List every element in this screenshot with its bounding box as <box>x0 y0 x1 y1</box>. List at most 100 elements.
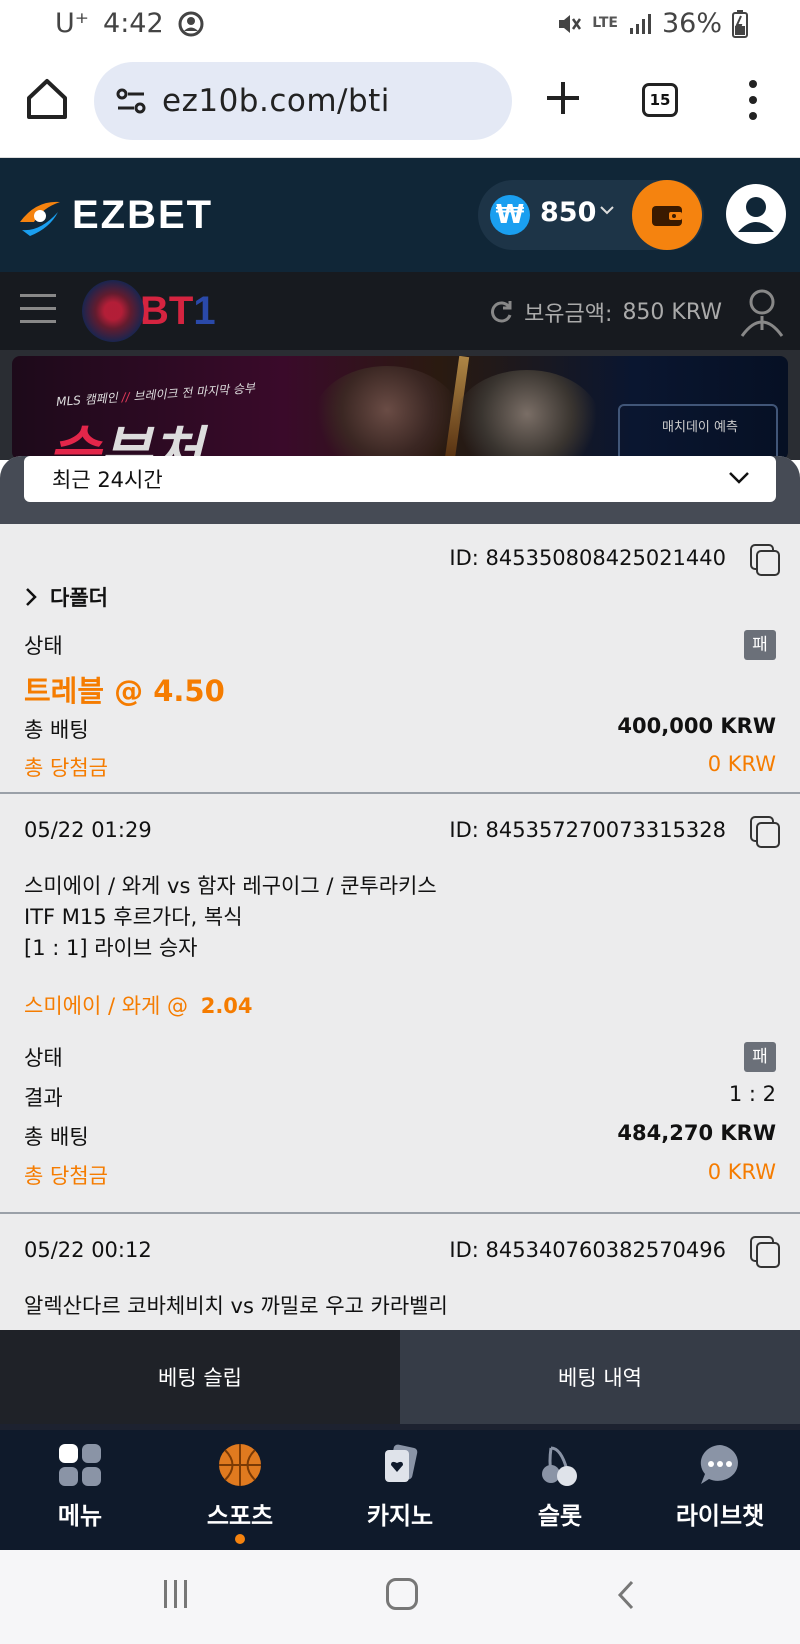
bet-card: 05/22 00:12 ID: 845340760382570496 알렉산다르… <box>0 1214 800 1334</box>
balance-amount: 850 <box>540 197 597 228</box>
match-name: 알렉산다르 코바체비치 vs 까밀로 우고 카라벨리 <box>24 1294 448 1318</box>
back-icon[interactable] <box>612 1578 640 1612</box>
period-select-value: 최근 24시간 <box>52 468 163 492</box>
status-badge: 패 <box>744 1042 776 1072</box>
banner-prediction-box[interactable]: 매치데이 예측 <box>618 404 778 460</box>
cherry-icon <box>542 1446 577 1486</box>
address-bar[interactable]: ez10b.com/bti <box>94 62 512 140</box>
folder-toggle[interactable]: 다폴더 <box>24 582 776 612</box>
payout-amount: 0 KRW <box>707 1160 776 1184</box>
nav-label: 메뉴 <box>57 1502 103 1530</box>
bet-card: ID: 845350808425021440 다폴더 상태 패 트레블 @ 4.… <box>0 524 800 794</box>
basketball-icon <box>219 1444 261 1486</box>
carrier-label: U⁺ <box>55 8 90 39</box>
payout-label: 총 당첨금 <box>24 1164 108 1188</box>
bti-balance: 보유금액: 850 KRW <box>488 296 722 328</box>
filter-bar: 최근 24시간 <box>0 456 800 524</box>
tab-bet-history[interactable]: 베팅 내역 <box>400 1330 800 1424</box>
bet-id: ID: 845350808425021440 <box>449 546 726 570</box>
slip-tabs: 베팅 슬립 베팅 내역 <box>0 1330 800 1424</box>
copy-icon[interactable] <box>750 1236 780 1268</box>
bet-list: ID: 845350808425021440 다폴더 상태 패 트레블 @ 4.… <box>0 524 800 1334</box>
bti-user-icon[interactable] <box>738 286 786 338</box>
user-avatar-icon <box>728 186 784 242</box>
system-nav-bar <box>0 1550 800 1644</box>
bti-logo-text: BT1 <box>140 288 216 333</box>
nav-item-casino[interactable]: 카지노 <box>320 1430 480 1550</box>
home-button-icon[interactable] <box>386 1578 418 1610</box>
payout-amount: 0 KRW <box>707 752 776 776</box>
recents-icon[interactable] <box>164 1580 192 1610</box>
bti-logo[interactable]: BT1 <box>82 280 216 342</box>
bti-balance-label: 보유금액: <box>524 302 613 327</box>
app-header: EZBET ₩ 850 <box>0 158 800 272</box>
bet-id: ID: 845340760382570496 <box>449 1238 726 1262</box>
brand-logo[interactable]: EZBET <box>16 192 213 238</box>
refresh-icon[interactable] <box>488 299 514 325</box>
selection-odds: 트레블 @ 4.50 <box>24 674 225 708</box>
bet-date: 05/22 01:29 <box>24 818 152 842</box>
chevron-down-icon <box>600 206 614 215</box>
bti-header: BT1 보유금액: 850 KRW <box>0 272 800 350</box>
promo-banner[interactable]: MLS 캠페인 // 브레이크 전 마지막 승부 승부처 매치데이 예측 <box>12 356 788 460</box>
status-label: 상태 <box>24 634 63 658</box>
payout-label: 총 당첨금 <box>24 756 108 780</box>
active-indicator <box>235 1534 245 1544</box>
new-tab-icon[interactable] <box>543 78 583 118</box>
menu-grid-icon <box>59 1444 101 1486</box>
site-settings-icon[interactable] <box>114 84 148 118</box>
nav-label: 슬롯 <box>537 1502 583 1530</box>
folder-label: 다폴더 <box>50 586 108 610</box>
promo-banner-area: MLS 캠페인 // 브레이크 전 마지막 승부 승부처 매치데이 예측 <box>0 350 800 460</box>
banner-player-left <box>312 366 462 460</box>
brand-name: EZBET <box>72 192 214 237</box>
chevron-down-icon <box>729 472 749 484</box>
tab-count: 15 <box>649 91 671 109</box>
period-select[interactable]: 최근 24시간 <box>24 456 776 502</box>
banner-headline: 승부처 <box>48 421 203 460</box>
more-vert-icon[interactable] <box>740 78 766 122</box>
copy-icon[interactable] <box>750 816 780 848</box>
browser-toolbar: ez10b.com/bti 15 <box>0 50 800 158</box>
hamburger-menu-icon[interactable] <box>20 294 56 324</box>
banner-player-right <box>452 370 602 460</box>
bti-balance-value: 850 KRW <box>622 299 722 325</box>
chevron-right-icon <box>26 588 37 606</box>
nav-label: 라이브챗 <box>675 1502 765 1530</box>
tab-switcher-button[interactable]: 15 <box>642 83 678 117</box>
battery-charging-icon <box>732 9 748 38</box>
url-text: ez10b.com/bti <box>162 83 390 119</box>
league-name: ITF M15 후르가다, 복식 <box>24 905 243 929</box>
signal-icon <box>629 13 651 34</box>
match-name: 스미에이 / 와게 vs 함자 레구이그 / 쿤투라키스 <box>24 874 437 898</box>
ezbet-logo-icon <box>20 201 60 236</box>
status-label: 상태 <box>24 1046 63 1070</box>
result-label: 결과 <box>24 1086 63 1110</box>
bottom-nav: 메뉴 스포츠 카지노 슬롯 라이브챗 <box>0 1430 800 1550</box>
chat-icon <box>700 1445 738 1484</box>
bet-card: 05/22 01:29 ID: 845357270073315328 스미에이 … <box>0 794 800 1214</box>
nav-item-livechat[interactable]: 라이브챗 <box>640 1430 800 1550</box>
account-circle-icon <box>178 11 204 36</box>
cards-icon <box>385 1444 418 1482</box>
nav-item-sports[interactable]: 스포츠 <box>160 1430 320 1550</box>
status-bar: U⁺ 4:42 LTE 36% <box>0 0 800 50</box>
clock: 4:42 <box>103 8 164 39</box>
profile-button[interactable] <box>726 184 786 244</box>
pick-name: 스미에이 / 와게 @ <box>24 994 189 1018</box>
stake-amount: 400,000 KRW <box>617 714 776 738</box>
bet-id: ID: 845357270073315328 <box>449 818 726 842</box>
nav-item-menu[interactable]: 메뉴 <box>0 1430 160 1550</box>
market-name: [1 : 1] 라이브 승자 <box>24 936 198 960</box>
stake-amount: 484,270 KRW <box>617 1121 776 1145</box>
stake-label: 총 배팅 <box>24 718 89 742</box>
battery-percent: 36% <box>661 8 722 39</box>
status-badge: 패 <box>744 630 776 660</box>
tab-bet-slip[interactable]: 베팅 슬립 <box>0 1330 400 1424</box>
wallet-button[interactable] <box>632 180 702 250</box>
result-score: 1 : 2 <box>728 1082 776 1106</box>
bti-globe-icon <box>82 280 144 342</box>
copy-icon[interactable] <box>750 544 780 576</box>
nav-item-slots[interactable]: 슬롯 <box>480 1430 640 1550</box>
home-icon[interactable] <box>24 76 70 122</box>
